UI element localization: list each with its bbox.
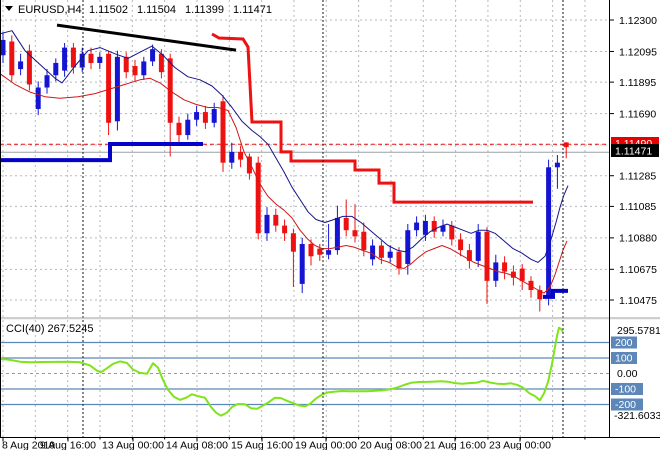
candle-bull <box>414 222 420 231</box>
candle-bear <box>273 214 279 226</box>
candle-bear <box>202 112 208 123</box>
candle-bull <box>150 49 156 62</box>
cci-max-label: 295.5781 <box>617 325 660 337</box>
candle-bear <box>519 268 525 281</box>
candle-bear <box>158 53 164 73</box>
candle-bull <box>141 61 147 76</box>
candle-bear <box>290 233 296 252</box>
candle-bull <box>62 47 68 71</box>
mt4-chart-window: 1.12300 1.12095 1.11895 1.11690 1.11285 1.110… <box>0 0 660 450</box>
candle-bear <box>9 41 15 76</box>
candle-bear <box>238 151 244 160</box>
candle-bear <box>563 142 569 148</box>
candle-bull <box>229 151 235 163</box>
candle-bear <box>458 239 464 251</box>
candle-bear <box>176 122 182 136</box>
candle-bear <box>106 53 112 123</box>
time-axis-label: 13 Aug 00:00 <box>102 440 164 450</box>
cci-min-label: -321.6033 <box>614 410 660 422</box>
symbol-period-label: EURUSD,H4 <box>18 4 82 16</box>
candle-bear <box>255 162 261 234</box>
candle-bull <box>18 61 24 70</box>
cci-level-label: 200 <box>615 337 633 349</box>
time-axis-label: 20 Aug 08:00 <box>360 440 422 450</box>
price-axis-label: 1.11285 <box>619 171 656 183</box>
time-axis-label: 14 Aug 08:00 <box>166 440 228 450</box>
candle-bear <box>352 230 358 237</box>
cci-pane[interactable] <box>0 320 609 437</box>
price-axis-label: 1.12095 <box>619 46 657 58</box>
candle-bull <box>97 56 103 63</box>
candle-bull <box>475 231 481 261</box>
candle-bear <box>449 225 455 240</box>
candle-bull <box>264 214 270 234</box>
time-axis-label: 15 Aug 16:00 <box>231 440 293 450</box>
price-marker-labels: 1.11490 1.11471 <box>611 137 659 158</box>
cci-level-label: 100 <box>615 353 633 365</box>
candle-bear <box>343 217 349 231</box>
candle-bull <box>185 119 191 136</box>
quote-low: 1.11399 <box>185 4 224 16</box>
candle-bear <box>308 244 314 257</box>
price-axis-label: 1.10880 <box>619 233 657 245</box>
price-axis-label: 1.11690 <box>619 108 656 120</box>
time-axis-label: 19 Aug 00:00 <box>295 440 357 450</box>
price-axis-label: 1.12300 <box>619 15 657 27</box>
cci-zero-label: 0.00 <box>617 368 638 380</box>
candle-bull <box>405 230 411 264</box>
candle-bull <box>44 75 50 88</box>
candle-bull <box>334 217 340 251</box>
candle-bull <box>422 220 428 235</box>
candle-bull <box>299 244 305 284</box>
candle-bear <box>132 66 138 76</box>
candle-bear <box>484 231 490 281</box>
quote-open: 1.11502 <box>89 4 128 16</box>
quote-close: 1.11471 <box>233 4 272 16</box>
candle-bear <box>502 262 508 272</box>
price-axis-label: 1.11895 <box>619 77 656 89</box>
candle-bear <box>70 47 76 68</box>
candle-bull <box>326 250 332 255</box>
time-axis-label: 23 Aug 00:00 <box>489 440 551 450</box>
candle-bear <box>361 231 367 251</box>
candle-bear <box>378 245 384 258</box>
quote-high: 1.11504 <box>137 4 176 16</box>
time-axis-label: 21 Aug 16:00 <box>424 440 486 450</box>
candle-bear <box>88 53 94 63</box>
chart-canvas: 1.12300 1.12095 1.11895 1.11690 1.11285 1.110… <box>0 0 660 450</box>
candle-bull <box>546 167 552 298</box>
price-axis-label: 1.10475 <box>619 295 657 307</box>
candle-bull <box>35 87 41 109</box>
cci-level-label: -100 <box>615 384 636 396</box>
price-axis-label: 1.11085 <box>619 201 656 213</box>
cci-indicator-label: CCI(40) 267.5245 <box>6 323 93 335</box>
candle-bull <box>0 39 6 56</box>
candle-bear <box>317 248 323 255</box>
bid-price-label: 1.11471 <box>615 146 652 158</box>
candle-bull <box>194 112 200 120</box>
candle-bear <box>123 56 129 73</box>
candle-bear <box>282 225 288 234</box>
candle-bear <box>396 251 402 269</box>
time-axis-label: 9 Aug 16:00 <box>40 440 96 450</box>
candle-bull <box>211 108 217 123</box>
candle-bull <box>53 62 59 76</box>
price-axis-label: 1.10675 <box>619 264 657 276</box>
candle-bull <box>387 251 393 258</box>
candle-bear <box>220 101 226 163</box>
candle-bull <box>370 245 376 260</box>
candle-bull <box>554 162 560 168</box>
candle-bull <box>114 56 120 122</box>
